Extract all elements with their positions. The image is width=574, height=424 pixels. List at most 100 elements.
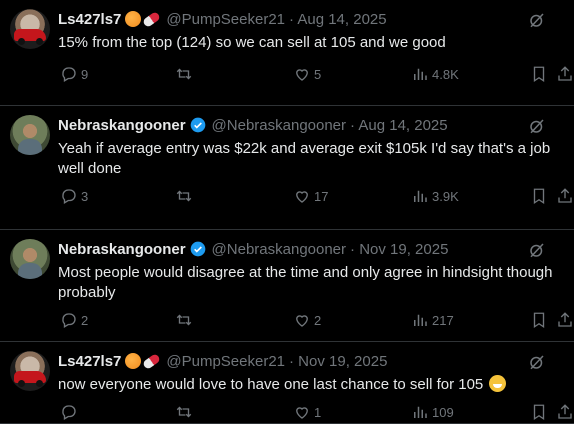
share-button[interactable] xyxy=(556,186,574,206)
view-count: 3.9K xyxy=(432,188,459,204)
heart-icon xyxy=(296,407,308,419)
handle[interactable]: @Nebraskangooner xyxy=(212,117,346,134)
share-icon xyxy=(558,312,572,327)
tweet[interactable]: Nebraskangooner @Nebraskangooner · Nov 1… xyxy=(0,230,574,342)
views-button[interactable]: 3.9K xyxy=(411,186,459,206)
share-icon xyxy=(558,188,572,203)
bookmark-button[interactable] xyxy=(530,64,548,84)
retweet-button[interactable] xyxy=(175,186,196,206)
timestamp[interactable]: · Nov 19, 2025 xyxy=(350,241,448,258)
bookmark-icon xyxy=(533,312,545,329)
bookmark-button[interactable] xyxy=(530,186,548,206)
tweet-header: Nebraskangooner @Nebraskangooner · Aug 1… xyxy=(58,116,574,134)
view-count: 109 xyxy=(432,404,454,420)
grok-icon[interactable] xyxy=(528,241,546,259)
reply-icon xyxy=(62,189,76,204)
tweet-header: Ls427ls7 @PumpSeeker21 · Aug 14, 2025 xyxy=(58,10,574,28)
like-count: 1 xyxy=(314,404,322,420)
tweet-actions: 9 5 4.8K xyxy=(50,64,574,84)
reply-count: 9 xyxy=(81,66,89,82)
bookmark-icon xyxy=(533,66,545,83)
view-count: 4.8K xyxy=(432,66,459,82)
tweet-actions: 3 17 3.9K xyxy=(50,186,574,206)
like-count: 5 xyxy=(314,66,322,82)
share-button[interactable] xyxy=(556,310,574,330)
handle[interactable]: @Nebraskangooner xyxy=(212,241,346,258)
tweet-actions: 2 2 217 xyxy=(50,310,574,330)
reply-button[interactable]: 2 xyxy=(60,310,88,330)
pill-emoji xyxy=(142,352,162,370)
bookmark-button[interactable] xyxy=(530,310,548,330)
reply-count: 3 xyxy=(81,188,89,204)
bookmark-button[interactable] xyxy=(530,402,548,422)
views-button[interactable]: 4.8K xyxy=(411,64,459,84)
verified-badge-icon xyxy=(190,241,205,257)
views-button[interactable]: 109 xyxy=(411,402,454,422)
tweet-header: Nebraskangooner @Nebraskangooner · Nov 1… xyxy=(58,240,574,258)
tweet-text: Yeah if average entry was $22k and avera… xyxy=(58,140,551,177)
reply-button[interactable]: 3 xyxy=(60,186,88,206)
handle[interactable]: @PumpSeeker21 xyxy=(166,353,285,370)
share-button[interactable] xyxy=(556,402,574,422)
retweet-button[interactable] xyxy=(175,64,196,84)
views-icon xyxy=(414,190,427,202)
pill-emoji xyxy=(142,10,162,28)
grok-icon[interactable] xyxy=(528,11,546,29)
reply-icon xyxy=(62,313,76,328)
reply-count: 2 xyxy=(81,312,89,328)
share-button[interactable] xyxy=(556,64,574,84)
retweet-icon xyxy=(176,314,192,326)
grok-icon[interactable] xyxy=(528,353,546,371)
tweet-header: Ls427ls7 @PumpSeeker21 · Nov 19, 2025 xyxy=(58,352,574,370)
reply-icon xyxy=(62,405,76,420)
heart-icon xyxy=(296,69,308,81)
avatar[interactable] xyxy=(10,9,50,49)
grinning-sweat-emoji xyxy=(489,375,507,392)
retweet-icon xyxy=(176,68,192,80)
avatar[interactable] xyxy=(10,351,50,391)
views-button[interactable]: 217 xyxy=(411,310,454,330)
avatar[interactable] xyxy=(10,115,50,155)
display-name[interactable]: Ls427ls7 xyxy=(58,11,121,28)
display-name[interactable]: Nebraskangooner xyxy=(58,241,186,258)
heart-icon xyxy=(296,191,308,203)
display-name[interactable]: Nebraskangooner xyxy=(58,117,186,134)
retweet-icon xyxy=(176,406,192,418)
handle[interactable]: @PumpSeeker21 xyxy=(166,11,285,28)
reply-button[interactable] xyxy=(60,402,81,422)
views-icon xyxy=(414,68,427,80)
like-count: 17 xyxy=(314,188,329,204)
orange-emoji xyxy=(125,353,142,369)
timestamp[interactable]: · Nov 19, 2025 xyxy=(289,353,387,370)
retweet-icon xyxy=(176,190,192,202)
tweet[interactable]: Ls427ls7 @PumpSeeker21 · Aug 14, 2025 15… xyxy=(0,0,574,106)
display-name[interactable]: Ls427ls7 xyxy=(58,353,121,370)
avatar[interactable] xyxy=(10,239,50,279)
like-button[interactable]: 5 xyxy=(293,64,321,84)
like-count: 2 xyxy=(314,312,322,328)
views-icon xyxy=(414,406,427,418)
view-count: 217 xyxy=(432,312,454,328)
tweet-actions: 1 109 xyxy=(50,402,574,422)
tweet-text: Most people would disagree at the time a… xyxy=(58,264,553,301)
bookmark-icon xyxy=(533,188,545,205)
like-button[interactable]: 2 xyxy=(293,310,321,330)
share-icon xyxy=(558,66,572,81)
timestamp[interactable]: · Aug 14, 2025 xyxy=(350,117,448,134)
bookmark-icon xyxy=(533,404,545,421)
tweet-text: 15% from the top (124) so we can sell at… xyxy=(58,34,446,51)
like-button[interactable]: 1 xyxy=(293,402,321,422)
retweet-button[interactable] xyxy=(175,402,196,422)
grok-icon[interactable] xyxy=(528,117,546,135)
like-button[interactable]: 17 xyxy=(293,186,328,206)
tweet-text-container: now everyone would love to have one last… xyxy=(58,375,558,395)
retweet-button[interactable] xyxy=(175,310,196,330)
timestamp[interactable]: · Aug 14, 2025 xyxy=(289,11,387,28)
tweet-text: now everyone would love to have one last… xyxy=(58,376,484,393)
share-icon xyxy=(558,404,572,419)
verified-badge-icon xyxy=(190,117,205,133)
heart-icon xyxy=(296,315,308,327)
reply-button[interactable]: 9 xyxy=(60,64,88,84)
tweet[interactable]: Nebraskangooner @Nebraskangooner · Aug 1… xyxy=(0,106,574,230)
tweet[interactable]: Ls427ls7 @PumpSeeker21 · Nov 19, 2025 no… xyxy=(0,342,574,424)
